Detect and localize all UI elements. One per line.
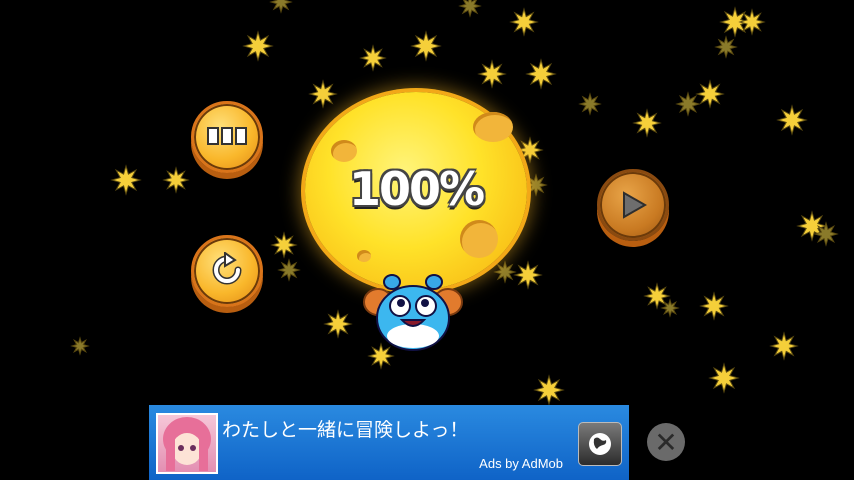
star-decoration — [110, 164, 142, 196]
star-decoration — [813, 221, 839, 247]
star-decoration — [699, 291, 729, 321]
star-decoration — [269, 0, 293, 14]
completion-percent-text: 100% — [348, 162, 485, 216]
ad-headline: わたしと一緒に冒険しよっ！ — [222, 419, 469, 441]
ad-open-button[interactable] — [578, 422, 622, 466]
star-decoration — [410, 30, 442, 62]
star-decoration — [675, 91, 701, 117]
moon-score-display: 100% — [305, 92, 527, 290]
star-decoration — [578, 92, 602, 116]
star-decoration — [776, 104, 808, 136]
ad-banner[interactable]: わたしと一緒に冒険しよっ！ Ads by AdMob — [149, 405, 629, 480]
ad-credit: Ads by AdMob — [479, 456, 563, 471]
star-decoration — [525, 58, 557, 90]
retry-icon — [212, 252, 242, 285]
star-decoration — [769, 331, 799, 361]
level-menu-icon — [207, 127, 247, 145]
star-decoration — [242, 30, 274, 62]
star-decoration — [270, 231, 298, 259]
star-decoration — [738, 8, 766, 36]
star-decoration — [509, 7, 539, 37]
star-decoration — [708, 362, 740, 394]
close-icon: ✕ — [654, 425, 678, 459]
play-next-button[interactable] — [597, 169, 669, 241]
retry-button[interactable] — [191, 235, 263, 307]
game-screen: 100% わたしと一緒に冒険しよっ！ Ads by AdMob ✕ — [0, 0, 854, 480]
star-decoration — [524, 173, 548, 197]
star-decoration — [516, 136, 544, 164]
star-decoration — [323, 309, 353, 339]
star-decoration — [359, 44, 387, 72]
blue-creature-mascot — [363, 274, 463, 351]
star-decoration — [308, 79, 338, 109]
star-decoration — [477, 59, 507, 89]
ad-thumbnail-image — [156, 413, 218, 474]
star-decoration — [458, 0, 482, 18]
close-ad-button[interactable]: ✕ — [647, 423, 685, 461]
star-decoration — [695, 79, 725, 109]
star-decoration — [533, 374, 565, 406]
play-next-icon — [623, 191, 648, 219]
star-decoration — [277, 258, 301, 282]
star-decoration — [70, 336, 90, 356]
star-decoration — [660, 298, 680, 318]
star-decoration — [513, 260, 543, 290]
star-decoration — [714, 35, 738, 59]
globe-icon — [589, 433, 611, 455]
star-decoration — [162, 166, 190, 194]
level-menu-button[interactable] — [191, 101, 263, 173]
star-decoration — [493, 260, 517, 284]
star-decoration — [632, 108, 662, 138]
